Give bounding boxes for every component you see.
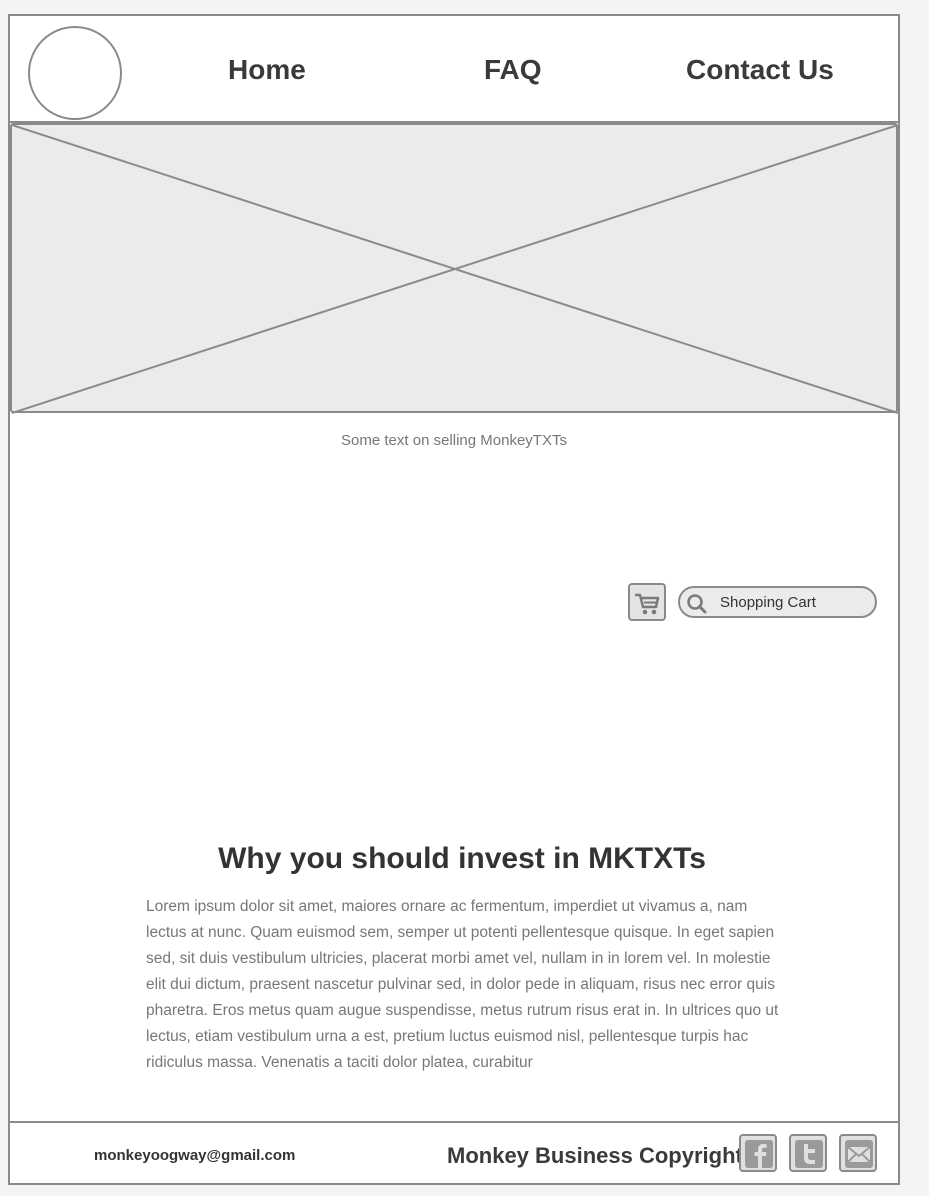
nav-home-link[interactable]: Home	[228, 56, 306, 84]
nav-faq-link[interactable]: FAQ	[484, 56, 542, 84]
shopping-cart-icon	[635, 593, 660, 615]
facebook-button[interactable]	[739, 1134, 777, 1172]
footer: monkeyoogway@gmail.com Monkey Business C…	[10, 1121, 898, 1185]
twitter-button[interactable]	[789, 1134, 827, 1172]
section-heading: Why you should invest in MKTXTs	[218, 842, 706, 875]
shopping-cart-search[interactable]	[678, 586, 877, 618]
search-icon	[687, 594, 707, 614]
image-placeholder-cross	[12, 125, 899, 414]
hero-caption: Some text on selling MonkeyTXTs	[341, 432, 567, 449]
body-paragraph: Lorem ipsum dolor sit amet, maiores orna…	[146, 898, 779, 1071]
email-icon	[845, 1140, 873, 1168]
shopping-cart-button[interactable]	[628, 583, 666, 621]
search-input[interactable]	[720, 594, 870, 611]
hero-image-placeholder	[10, 123, 899, 414]
email-button[interactable]	[839, 1134, 877, 1172]
twitter-icon	[795, 1140, 823, 1168]
logo-placeholder[interactable]	[28, 26, 122, 120]
footer-email: monkeyoogway@gmail.com	[94, 1147, 296, 1164]
top-navigation: Home FAQ Contact Us	[10, 16, 898, 123]
footer-copyright: Monkey Business Copyright	[447, 1143, 743, 1168]
page: Home FAQ Contact Us Some text on selling…	[8, 14, 900, 1185]
nav-contact-link[interactable]: Contact Us	[686, 56, 834, 84]
facebook-icon	[745, 1140, 773, 1168]
